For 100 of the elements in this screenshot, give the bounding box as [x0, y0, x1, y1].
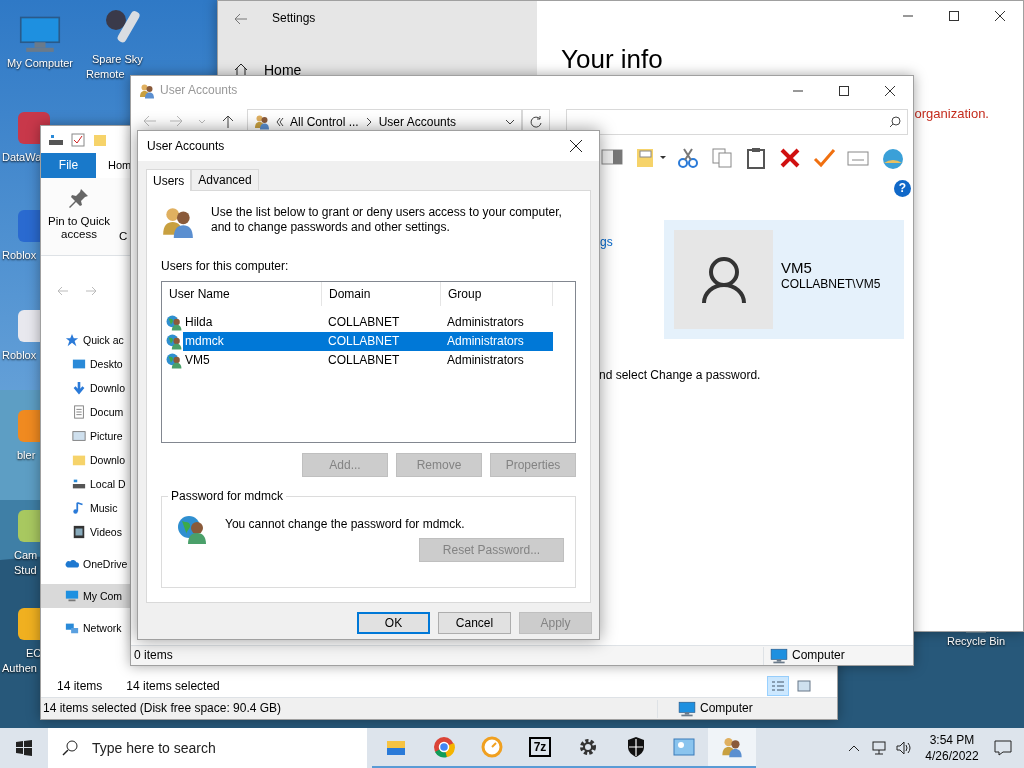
icon-label: Cam — [14, 548, 38, 563]
download-icon — [72, 381, 86, 395]
users-icon — [161, 205, 195, 240]
table-cell-text: Hilda — [184, 313, 214, 331]
users-icon — [254, 114, 270, 130]
table-cell: COLLABNET — [322, 331, 441, 351]
search-icon — [62, 740, 78, 756]
clock-date[interactable]: 4/26/2022 — [925, 748, 979, 764]
nav-item[interactable]: Videos — [41, 520, 131, 544]
icon-label: My Computer — [7, 56, 73, 71]
chevron-icon — [276, 117, 284, 127]
taskbar-app-button[interactable]: 7z — [516, 728, 564, 768]
nav-item[interactable]: Downlo — [41, 376, 131, 400]
globe-icon[interactable] — [881, 147, 905, 169]
table-cell-text: Administrators — [446, 313, 525, 331]
video-icon — [72, 525, 86, 539]
nav-item[interactable]: My Com — [41, 584, 131, 608]
notification-icon[interactable] — [994, 740, 1012, 756]
tab[interactable]: Advanced — [191, 169, 259, 191]
nav-item[interactable]: Music — [41, 496, 131, 520]
link[interactable]: gs — [600, 235, 613, 250]
nav-item[interactable]: Quick ac — [41, 328, 131, 352]
image-icon — [72, 429, 86, 443]
star-icon — [65, 333, 79, 347]
icon-label: Roblox — [2, 348, 37, 363]
refresh-icon — [530, 116, 542, 128]
list-label: Users for this computer: — [161, 259, 290, 274]
nav-item[interactable]: Docum — [41, 400, 131, 424]
icon-label: Remote — [86, 67, 125, 82]
breadcrumb-item[interactable]: All Control ... — [290, 114, 359, 130]
gear-icon — [577, 736, 599, 758]
nav-item[interactable]: Downlo — [41, 448, 131, 472]
window-title: Settings — [272, 11, 316, 26]
table-cell-text: COLLABNET — [327, 313, 401, 331]
up-arrow-icon[interactable] — [221, 115, 235, 129]
maximize-icon[interactable] — [839, 85, 849, 96]
page-heading: Your info — [561, 44, 663, 74]
chevron-icon — [364, 117, 373, 127]
chevron-up-icon[interactable] — [848, 744, 860, 752]
close-icon[interactable] — [995, 11, 1005, 21]
breadcrumb-item[interactable]: User Accounts — [378, 114, 457, 130]
close-icon[interactable] — [885, 85, 895, 96]
column-header[interactable]: Group — [441, 281, 553, 306]
help-button[interactable]: ? — [894, 180, 911, 197]
checkmark-icon[interactable] — [813, 147, 837, 169]
user-icon — [166, 351, 183, 369]
window-title: User Accounts — [147, 138, 225, 154]
search-field[interactable] — [566, 109, 908, 135]
properties-icon[interactable] — [635, 147, 667, 169]
table-cell: Administrators — [441, 331, 553, 351]
icon-label: Authen — [2, 661, 37, 676]
document-icon — [72, 405, 86, 419]
user-icon — [166, 332, 183, 350]
close-icon — [570, 140, 582, 152]
nav-item[interactable]: Picture — [41, 424, 131, 448]
network-icon — [65, 621, 79, 635]
volume-icon[interactable] — [896, 741, 912, 755]
nav-item[interactable]: Network — [41, 616, 131, 640]
table-row[interactable]: Hilda COLLABNET Administrators — [162, 312, 575, 332]
computer-icon — [65, 589, 79, 603]
icon-label: Recycle Bin — [946, 634, 1006, 649]
column-header[interactable]: User Name — [162, 281, 322, 306]
description-text: Use the list below to grant or deny users access to your computer, and to change passwords and other settings. — [211, 205, 563, 237]
tab[interactable]: Users — [146, 169, 192, 192]
ribbon-tab[interactable]: Hom — [96, 153, 132, 178]
scissors-icon[interactable] — [677, 147, 701, 169]
table-row[interactable]: mdmck COLLABNET Administrators — [162, 331, 575, 351]
back-arrow-icon[interactable] — [234, 12, 248, 25]
network-icon[interactable] — [872, 741, 888, 755]
status-text: 14 items selected (Disk free space: 90.4 GB) — [43, 701, 282, 716]
nav-item[interactable]: Local D — [41, 472, 131, 496]
nav-item[interactable]: OneDrive — [41, 552, 131, 576]
browser-icon — [433, 736, 455, 758]
icon-label: DataWa — [2, 150, 42, 165]
pin-icon — [69, 188, 89, 210]
clock-time[interactable]: 3:54 PM — [929, 732, 975, 748]
ribbon-command[interactable]: C — [119, 230, 128, 244]
nav-item[interactable]: Deskto — [41, 352, 131, 376]
cancel-button[interactable]: Cancel — [438, 612, 511, 635]
search-icon — [889, 116, 901, 128]
maximize-icon[interactable] — [949, 11, 959, 21]
windows-logo-icon — [16, 740, 32, 756]
nav-item[interactable]: Home — [264, 62, 302, 79]
table-cell-text: VM5 — [184, 351, 211, 369]
column-header[interactable]: Domain — [322, 281, 441, 306]
ok-button[interactable]: OK — [357, 612, 430, 635]
drive-icon[interactable] — [49, 133, 63, 146]
details-view-icon — [771, 680, 785, 692]
search-field[interactable]: Type here to search — [48, 728, 367, 768]
table-row[interactable]: VM5 COLLABNET Administrators — [162, 350, 575, 370]
icon-label: bler — [17, 448, 36, 463]
users-icon — [139, 82, 155, 99]
ribbon-tab[interactable]: File — [41, 153, 96, 178]
cloud-icon — [65, 557, 79, 571]
users-icon — [721, 736, 743, 758]
properties-icon[interactable] — [71, 132, 85, 147]
ribbon-command[interactable]: Pin to Quick access — [47, 188, 111, 255]
table-cell-text: Administrators — [446, 351, 525, 369]
home-icon[interactable] — [234, 63, 248, 78]
icon-label: Roblox — [2, 248, 37, 263]
